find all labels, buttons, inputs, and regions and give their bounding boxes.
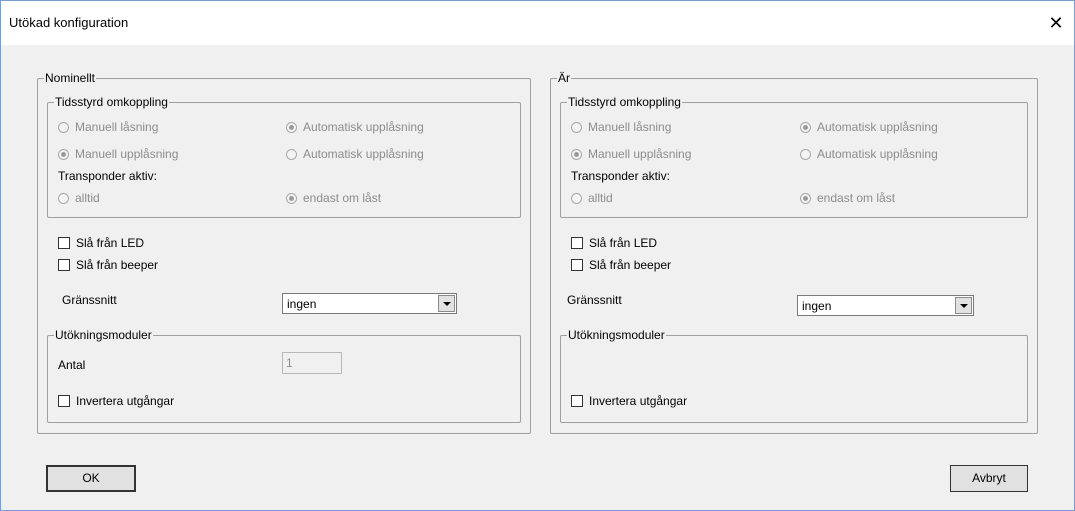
checkbox-box bbox=[58, 259, 70, 271]
radio-label: Manuell upplåsning bbox=[588, 147, 692, 161]
radio-label: endast om låst bbox=[303, 191, 382, 205]
disable-led-checkbox[interactable]: Slå från LED bbox=[58, 236, 144, 250]
radio-manual-unlock[interactable]: Manuell upplåsning bbox=[58, 147, 178, 161]
transponder-label: Transponder aktiv: bbox=[571, 169, 670, 183]
timed-switch-title: Tidsstyrd omkoppling bbox=[54, 95, 169, 110]
radio-label: alltid bbox=[588, 191, 613, 205]
radio-transponder-locked-actual[interactable]: endast om låst bbox=[800, 191, 895, 205]
radio-circle bbox=[286, 148, 297, 160]
radio-circle bbox=[800, 148, 811, 160]
invert-outputs-checkbox-nominal[interactable]: Invertera utgångar bbox=[58, 394, 174, 408]
checkbox-label: Invertera utgångar bbox=[589, 394, 688, 408]
radio-circle bbox=[571, 148, 582, 160]
radio-auto-unlock[interactable]: Automatisk upplåsning bbox=[286, 120, 424, 134]
dialog-title: Utökad konfiguration bbox=[9, 15, 129, 30]
disable-led-checkbox-actual[interactable]: Slå från LED bbox=[571, 236, 657, 250]
checkbox-label: Slå från beeper bbox=[76, 258, 159, 272]
radio-circle bbox=[571, 121, 582, 133]
radio-circle bbox=[58, 121, 69, 133]
radio-auto-unlock-2-actual[interactable]: Automatisk upplåsning bbox=[800, 147, 938, 161]
checkbox-box bbox=[58, 237, 70, 249]
panel-actual-title: Är bbox=[557, 71, 571, 86]
radio-transponder-always-actual[interactable]: alltid bbox=[571, 191, 613, 205]
dialog-window: Utökad konfiguration ✕ Nominellt Tidssty… bbox=[0, 0, 1075, 511]
checkbox-label: Slå från beeper bbox=[589, 258, 672, 272]
interface-label: Gränssnitt bbox=[567, 293, 622, 307]
radio-label: Manuell låsning bbox=[75, 120, 159, 134]
transponder-label: Transponder aktiv: bbox=[58, 169, 157, 183]
ok-button[interactable]: OK bbox=[46, 465, 136, 492]
radio-label: Automatisk upplåsning bbox=[303, 120, 424, 134]
radio-label: Manuell upplåsning bbox=[75, 147, 179, 161]
extension-modules-title: Utökningsmoduler bbox=[54, 328, 153, 343]
invert-outputs-checkbox-actual[interactable]: Invertera utgångar bbox=[571, 394, 687, 408]
count-field[interactable]: 1 bbox=[282, 352, 342, 374]
radio-transponder-locked[interactable]: endast om låst bbox=[286, 191, 381, 205]
chevron-down-icon[interactable] bbox=[438, 295, 455, 312]
radio-label: Automatisk upplåsning bbox=[817, 120, 938, 134]
extension-modules-group-nominal: Utökningsmoduler bbox=[47, 328, 521, 423]
radio-circle bbox=[800, 192, 811, 204]
radio-manual-lock[interactable]: Manuell låsning bbox=[58, 120, 158, 134]
radio-manual-unlock-actual[interactable]: Manuell upplåsning bbox=[571, 147, 691, 161]
interface-select-value: ingen bbox=[802, 299, 832, 313]
radio-circle bbox=[571, 192, 582, 204]
radio-label: Automatisk upplåsning bbox=[303, 147, 424, 161]
radio-auto-unlock-actual[interactable]: Automatisk upplåsning bbox=[800, 120, 938, 134]
radio-circle bbox=[286, 192, 297, 204]
radio-label: Automatisk upplåsning bbox=[817, 147, 938, 161]
interface-label: Gränssnitt bbox=[62, 293, 117, 307]
title-bar: Utökad konfiguration ✕ bbox=[1, 1, 1074, 45]
close-icon[interactable]: ✕ bbox=[1042, 11, 1070, 35]
panel-nominal-title: Nominellt bbox=[44, 71, 97, 86]
radio-label: alltid bbox=[75, 191, 100, 205]
radio-label: endast om låst bbox=[817, 191, 896, 205]
interface-select[interactable]: ingen bbox=[282, 293, 457, 314]
interface-select-actual[interactable]: ingen bbox=[797, 295, 974, 316]
disable-beeper-checkbox-actual[interactable]: Slå från beeper bbox=[571, 258, 671, 272]
cancel-button[interactable]: Avbryt bbox=[950, 465, 1028, 492]
checkbox-box bbox=[571, 237, 583, 249]
checkbox-box bbox=[571, 395, 583, 407]
radio-circle bbox=[58, 148, 69, 160]
extension-modules-group-actual: Utökningsmoduler bbox=[560, 328, 1028, 423]
chevron-down-icon[interactable] bbox=[955, 297, 972, 314]
radio-circle bbox=[58, 192, 69, 204]
checkbox-label: Slå från LED bbox=[589, 236, 658, 250]
radio-circle bbox=[800, 121, 811, 133]
radio-manual-lock-actual[interactable]: Manuell låsning bbox=[571, 120, 671, 134]
radio-circle bbox=[286, 121, 297, 133]
radio-auto-unlock-2[interactable]: Automatisk upplåsning bbox=[286, 147, 424, 161]
checkbox-label: Slå från LED bbox=[76, 236, 145, 250]
interface-select-value: ingen bbox=[287, 297, 317, 311]
timed-switch-title: Tidsstyrd omkoppling bbox=[567, 95, 682, 110]
radio-transponder-always[interactable]: alltid bbox=[58, 191, 100, 205]
checkbox-box bbox=[571, 259, 583, 271]
count-label: Antal bbox=[58, 358, 86, 372]
checkbox-box bbox=[58, 395, 70, 407]
checkbox-label: Invertera utgångar bbox=[76, 394, 175, 408]
radio-label: Manuell låsning bbox=[588, 120, 672, 134]
extension-modules-title: Utökningsmoduler bbox=[567, 328, 666, 343]
disable-beeper-checkbox[interactable]: Slå från beeper bbox=[58, 258, 158, 272]
